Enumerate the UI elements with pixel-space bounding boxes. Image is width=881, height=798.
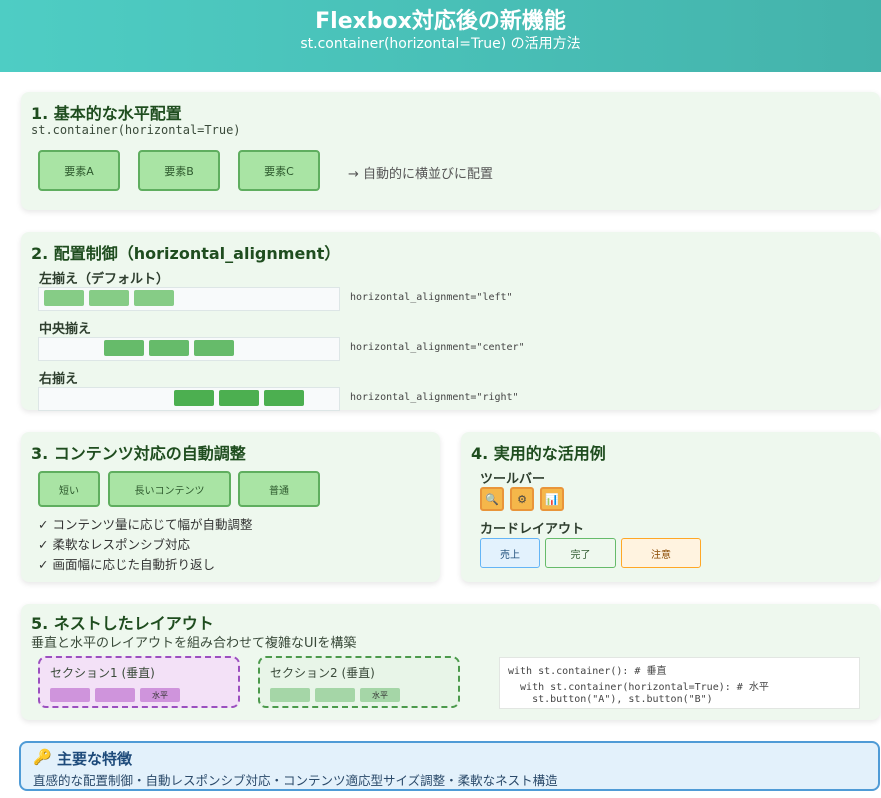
- chip: [194, 340, 234, 356]
- align-right-track: [38, 387, 340, 411]
- section-alignment: 2. 配置制御（horizontal_alignment） 左揃え（デフォルト）…: [21, 232, 880, 411]
- key-features-text: 直感的な配置制御・自動レスポンシブ対応・コンテンツ適応型サイズ調整・柔軟なネスト…: [33, 773, 558, 788]
- card-layout-label: カードレイアウト: [480, 522, 585, 537]
- feature-check-1: ✓ コンテンツ量に応じて幅が自動調整: [38, 517, 253, 532]
- code-line-2: with st.container(horizontal=True): # 水平: [508, 682, 769, 693]
- element-box-c: 要素C: [238, 150, 320, 191]
- section-title: 3. コンテンツ対応の自動調整: [31, 444, 246, 463]
- section-basic-horizontal: 1. 基本的な水平配置 st.container(horizontal=True…: [21, 92, 880, 210]
- align-right-label: 右揃え: [39, 372, 79, 387]
- section-title: 4. 実用的な活用例: [471, 444, 606, 463]
- page-header: Flexbox対応後の新機能 st.container(horizontal=T…: [0, 0, 881, 72]
- bar: [315, 688, 355, 702]
- align-left-code: horizontal_alignment="left": [350, 292, 513, 303]
- section-practical-examples: 4. 実用的な活用例 ツールバー 🔍 ⚙ 📊 カードレイアウト 売上 完了 注意: [461, 432, 880, 582]
- chip: [219, 390, 259, 406]
- nested-section-2-title: セクション2 (垂直): [270, 666, 375, 680]
- bar: [270, 688, 310, 702]
- nested-section-2: セクション2 (垂直) 水平: [258, 656, 460, 708]
- chip: [89, 290, 129, 306]
- chip: [174, 390, 214, 406]
- code-line-3: st.button("A"), st.button("B"): [508, 694, 713, 705]
- feature-check-2: ✓ 柔軟なレスポンシブ対応: [38, 537, 190, 552]
- chip: [264, 390, 304, 406]
- chip: [44, 290, 84, 306]
- chip: [134, 290, 174, 306]
- nested-code-block: with st.container(): # 垂直 with st.contai…: [499, 657, 860, 709]
- align-right-code: horizontal_alignment="right": [350, 392, 519, 403]
- align-center-track: [38, 337, 340, 361]
- element-box-b: 要素B: [138, 150, 220, 191]
- section-nested-layout: 5. ネストしたレイアウト 垂直と水平のレイアウトを組み合わせて複雑なUIを構築…: [21, 604, 880, 720]
- search-icon[interactable]: 🔍: [480, 487, 504, 511]
- key-features-title: 主要な特徴: [57, 750, 133, 768]
- arrow-note: → 自動的に横並びに配置: [348, 167, 494, 182]
- content-box-short: 短い: [38, 471, 100, 507]
- horizontal-bar-label: 水平: [360, 688, 400, 702]
- align-center-label: 中央揃え: [39, 322, 92, 337]
- section-title: 5. ネストしたレイアウト: [31, 614, 214, 633]
- card-warning: 注意: [621, 538, 701, 568]
- nested-description: 垂直と水平のレイアウトを組み合わせて複雑なUIを構築: [31, 636, 357, 651]
- feature-check-3: ✓ 画面幅に応じた自動折り返し: [38, 557, 215, 572]
- section-auto-adjust: 3. コンテンツ対応の自動調整 短い 長いコンテンツ 普通 ✓ コンテンツ量に応…: [21, 432, 440, 582]
- content-box-normal: 普通: [238, 471, 320, 507]
- card-complete: 完了: [545, 538, 616, 568]
- nested-section-1: セクション1 (垂直) 水平: [38, 656, 240, 708]
- section-title: 2. 配置制御（horizontal_alignment）: [31, 244, 341, 263]
- page-title: Flexbox対応後の新機能: [315, 9, 566, 34]
- key-icon: 🔑: [33, 748, 52, 766]
- align-left-label: 左揃え（デフォルト）: [39, 272, 170, 287]
- page-subtitle: st.container(horizontal=True) の活用方法: [300, 36, 581, 52]
- code-snippet: st.container(horizontal=True): [31, 123, 241, 137]
- code-line-1: with st.container(): # 垂直: [508, 666, 667, 677]
- toolbar-label: ツールバー: [480, 472, 546, 487]
- element-box-a: 要素A: [38, 150, 120, 191]
- align-left-track: [38, 287, 340, 311]
- bar: [50, 688, 90, 702]
- chip: [104, 340, 144, 356]
- gear-icon[interactable]: ⚙: [510, 487, 534, 511]
- horizontal-bar-label: 水平: [140, 688, 180, 702]
- section-title: 1. 基本的な水平配置: [31, 104, 182, 123]
- bar: [95, 688, 135, 702]
- chart-icon[interactable]: 📊: [540, 487, 564, 511]
- align-center-code: horizontal_alignment="center": [350, 342, 525, 353]
- card-sales: 売上: [480, 538, 540, 568]
- key-features-box: 🔑 主要な特徴 直感的な配置制御・自動レスポンシブ対応・コンテンツ適応型サイズ調…: [19, 741, 880, 791]
- content-box-long: 長いコンテンツ: [108, 471, 231, 507]
- chip: [149, 340, 189, 356]
- nested-section-1-title: セクション1 (垂直): [50, 666, 155, 680]
